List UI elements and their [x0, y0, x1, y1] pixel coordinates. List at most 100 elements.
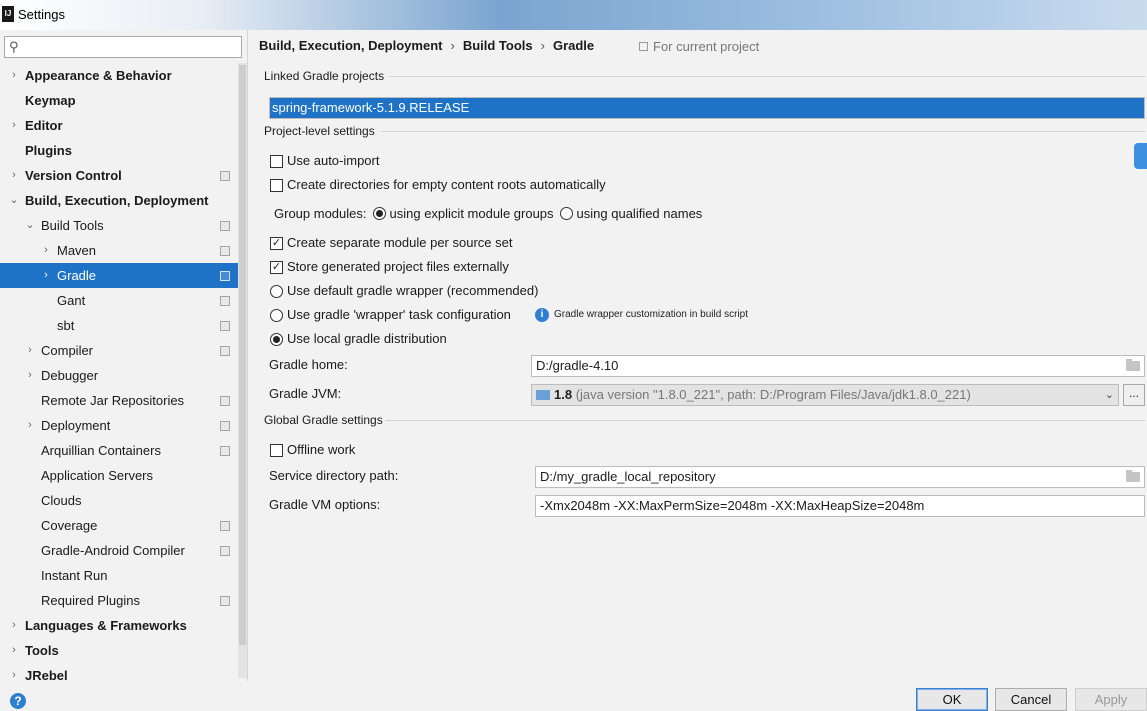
help-icon[interactable]: ? — [10, 693, 26, 709]
sidebar-item-gant[interactable]: Gant — [0, 288, 238, 313]
apply-button[interactable]: Apply — [1075, 688, 1147, 711]
sidebar-item-build-tools[interactable]: ⌄ Build Tools — [0, 213, 238, 238]
radio-button[interactable] — [270, 285, 283, 298]
sidebar-item-gradle-android-compiler[interactable]: Gradle-Android Compiler — [0, 538, 238, 563]
sidebar-item-label: Gradle-Android Compiler — [41, 543, 185, 558]
qualified-names-label[interactable]: using qualified names — [577, 206, 703, 221]
ok-button[interactable]: OK — [916, 688, 988, 711]
sidebar-item-clouds[interactable]: Clouds — [0, 488, 238, 513]
search-icon: ⚲ — [9, 39, 19, 54]
sidebar-item-editor[interactable]: › Editor — [0, 113, 238, 138]
project-scope-icon — [220, 421, 230, 431]
group-modules-row: Group modules: using explicit module grou… — [274, 205, 702, 223]
project-scope-icon — [220, 171, 230, 181]
title-bar: IJ Settings — [0, 0, 1147, 30]
service-directory-field[interactable]: D:/my_gradle_local_repository — [535, 466, 1145, 488]
divider — [381, 131, 1145, 132]
sidebar-scrollbar[interactable] — [238, 63, 247, 678]
project-scope-icon — [220, 446, 230, 456]
sidebar-item-label: Compiler — [41, 343, 94, 358]
chevron-right-icon[interactable]: › — [24, 413, 36, 438]
sidebar-item-label: Editor — [25, 118, 63, 133]
cancel-button[interactable]: Cancel — [995, 688, 1067, 711]
auto-import-label: Use auto-import — [287, 153, 380, 168]
sidebar-item-required-plugins[interactable]: Required Plugins — [0, 588, 238, 613]
project-scope-icon — [220, 396, 230, 406]
explicit-groups-radio[interactable] — [372, 207, 386, 220]
jvm-browse-button[interactable]: ... — [1123, 384, 1145, 406]
checkbox-box[interactable] — [270, 155, 283, 168]
sidebar-item-label: Build Tools — [41, 218, 104, 233]
chevron-right-icon[interactable]: › — [8, 613, 20, 638]
jdk-folder-icon — [536, 390, 550, 400]
browse-folder-icon[interactable] — [1126, 359, 1140, 371]
sidebar-item-arquillian-containers[interactable]: Arquillian Containers — [0, 438, 238, 463]
info-icon: i — [535, 308, 549, 322]
chevron-down-icon[interactable]: ⌄ — [24, 213, 36, 238]
chevron-right-icon[interactable]: › — [40, 238, 52, 263]
chevron-right-icon[interactable]: › — [8, 638, 20, 663]
browse-folder-icon[interactable] — [1126, 470, 1140, 482]
sidebar-item-version-control[interactable]: › Version Control — [0, 163, 238, 188]
sidebar-item-sbt[interactable]: sbt — [0, 313, 238, 338]
project-scope-note: For current project — [639, 39, 759, 54]
sidebar-item-remote-jar-repositories[interactable]: Remote Jar Repositories — [0, 388, 238, 413]
sidebar-item-label: Appearance & Behavior — [25, 68, 172, 83]
chevron-down-icon[interactable]: ⌄ — [8, 188, 20, 213]
sidebar-item-label: Deployment — [41, 418, 111, 433]
gradle-jvm-select[interactable]: 1.8 (java version "1.8.0_221", path: D:/… — [531, 384, 1119, 406]
offline-work-label: Offline work — [287, 442, 356, 457]
sidebar-item-keymap[interactable]: Keymap — [0, 88, 238, 113]
sidebar-item-compiler[interactable]: › Compiler — [0, 338, 238, 363]
vm-options-field[interactable]: -Xmx2048m -XX:MaxPermSize=2048m -XX:MaxH… — [535, 495, 1145, 517]
sidebar-item-label: Instant Run — [41, 568, 108, 583]
sidebar-item-gradle[interactable]: › Gradle — [0, 263, 238, 288]
search-input[interactable] — [27, 39, 237, 55]
sidebar-item-deployment[interactable]: › Deployment — [0, 413, 238, 438]
chevron-right-icon[interactable]: › — [40, 263, 52, 288]
breadcrumb-separator: › — [540, 38, 545, 53]
sidebar-item-languages-frameworks[interactable]: › Languages & Frameworks — [0, 613, 238, 638]
service-directory-value: D:/my_gradle_local_repository — [540, 469, 716, 484]
sidebar-item-build-execution-deployment[interactable]: ⌄ Build, Execution, Deployment — [0, 188, 238, 213]
local-distribution-label: Use local gradle distribution — [287, 331, 447, 346]
checkbox-box[interactable]: ✓ — [270, 237, 283, 250]
qualified-names-radio[interactable] — [559, 207, 573, 220]
scrollbar-thumb[interactable] — [239, 65, 246, 645]
sidebar-item-application-servers[interactable]: Application Servers — [0, 463, 238, 488]
breadcrumb-separator: › — [450, 38, 455, 53]
chevron-down-icon[interactable]: ⌄ — [1105, 385, 1114, 405]
gradle-tool-window-button[interactable] — [1134, 143, 1147, 169]
sidebar-item-tools[interactable]: › Tools — [0, 638, 238, 663]
sidebar-item-appearance-behavior[interactable]: › Appearance & Behavior — [0, 63, 238, 88]
radio-button[interactable] — [270, 309, 283, 322]
breadcrumb-build-execution: Build, Execution, Deployment — [259, 38, 443, 53]
sidebar-item-plugins[interactable]: Plugins — [0, 138, 238, 163]
search-box[interactable]: ⚲ — [4, 36, 242, 58]
radio-button[interactable] — [270, 333, 283, 346]
gradle-home-field[interactable]: D:/gradle-4.10 — [531, 355, 1145, 377]
store-externally-label: Store generated project files externally — [287, 259, 509, 274]
linked-projects-list[interactable]: spring-framework-5.1.9.RELEASE — [269, 97, 1145, 119]
sidebar-item-debugger[interactable]: › Debugger — [0, 363, 238, 388]
vm-options-label: Gradle VM options: — [269, 497, 381, 512]
breadcrumb-gradle: Gradle — [552, 38, 595, 53]
chevron-right-icon[interactable]: › — [24, 338, 36, 363]
checkbox-box[interactable]: ✓ — [270, 261, 283, 274]
linked-project-item[interactable]: spring-framework-5.1.9.RELEASE — [270, 98, 1144, 118]
sidebar-item-coverage[interactable]: Coverage — [0, 513, 238, 538]
checkbox-box[interactable] — [270, 179, 283, 192]
sidebar-item-maven[interactable]: › Maven — [0, 238, 238, 263]
explicit-groups-label[interactable]: using explicit module groups — [390, 206, 554, 221]
gradle-jvm-label: Gradle JVM: — [269, 386, 342, 401]
chevron-right-icon[interactable]: › — [8, 113, 20, 138]
settings-tree: › Appearance & Behavior Keymap › Editor Plugi… — [0, 63, 238, 688]
sidebar-item-instant-run[interactable]: Instant Run — [0, 563, 238, 588]
chevron-right-icon[interactable]: › — [8, 63, 20, 88]
chevron-right-icon[interactable]: › — [24, 363, 36, 388]
jvm-detail: (java version "1.8.0_221", path: D:/Prog… — [575, 387, 971, 402]
divider — [386, 420, 1145, 421]
checkbox-box[interactable] — [270, 444, 283, 457]
close-window-button[interactable] — [1113, 0, 1145, 22]
chevron-right-icon[interactable]: › — [8, 163, 20, 188]
